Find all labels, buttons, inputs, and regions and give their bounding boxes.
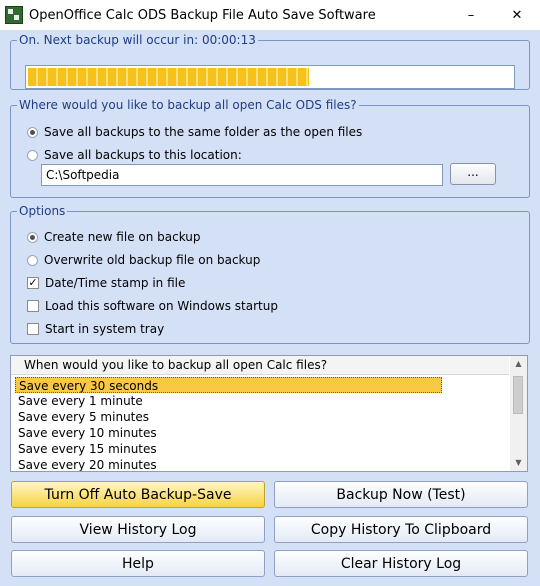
app-spreadsheet-icon bbox=[5, 6, 23, 24]
radio-overwrite-label: Overwrite old backup file on backup bbox=[44, 253, 261, 267]
radio-custom-location[interactable]: Save all backups to this location: bbox=[27, 146, 242, 164]
minimize-button[interactable]: – bbox=[448, 0, 494, 30]
list-item[interactable]: Save every 5 minutes bbox=[15, 409, 445, 425]
location-group: Where would you like to backup all open … bbox=[10, 98, 530, 198]
radio-overwrite[interactable]: Overwrite old backup file on backup bbox=[27, 251, 260, 269]
scroll-up-arrow-icon[interactable]: ▲ bbox=[510, 356, 527, 372]
options-legend: Options bbox=[19, 204, 66, 218]
checkbox-datetime-stamp-box[interactable]: ✓ bbox=[27, 277, 39, 289]
toggle-auto-backup-button[interactable]: Turn Off Auto Backup-Save bbox=[11, 481, 265, 508]
countdown-progress-bar bbox=[25, 65, 515, 89]
scroll-thumb[interactable] bbox=[513, 376, 523, 414]
copy-history-button[interactable]: Copy History To Clipboard bbox=[274, 516, 528, 543]
radio-same-folder[interactable]: Save all backups to the same folder as t… bbox=[27, 123, 362, 141]
checkbox-system-tray-label: Start in system tray bbox=[45, 322, 165, 336]
clear-history-button[interactable]: Clear History Log bbox=[274, 550, 528, 577]
options-group: Options Create new file on backup Overwr… bbox=[10, 204, 530, 344]
checkbox-datetime-stamp-label: Date/Time stamp in file bbox=[45, 276, 186, 290]
radio-custom-location-label: Save all backups to this location: bbox=[44, 148, 242, 162]
location-legend: Where would you like to backup all open … bbox=[19, 98, 357, 112]
list-scrollbar[interactable]: ▲ ▼ bbox=[510, 356, 527, 471]
checkbox-load-startup[interactable]: Load this software on Windows startup bbox=[27, 297, 278, 315]
window-controls: – ✕ bbox=[448, 0, 540, 30]
scroll-down-arrow-icon[interactable]: ▼ bbox=[510, 455, 527, 471]
view-history-button[interactable]: View History Log bbox=[11, 516, 265, 543]
backup-now-button[interactable]: Backup Now (Test) bbox=[274, 481, 528, 508]
checkbox-system-tray[interactable]: Start in system tray bbox=[27, 320, 164, 338]
interval-list-header: When would you like to backup all open C… bbox=[11, 356, 509, 375]
radio-same-folder-dot[interactable] bbox=[27, 126, 38, 138]
status-legend: On. Next backup will occur in: 00:00:13 bbox=[19, 33, 256, 47]
radio-same-folder-label: Save all backups to the same folder as t… bbox=[44, 125, 363, 139]
backup-interval-list[interactable]: When would you like to backup all open C… bbox=[10, 355, 528, 472]
radio-create-new[interactable]: Create new file on backup bbox=[27, 228, 201, 246]
radio-create-new-label: Create new file on backup bbox=[44, 230, 201, 244]
checkbox-system-tray-box[interactable] bbox=[27, 323, 39, 335]
checkbox-datetime-stamp[interactable]: ✓ Date/Time stamp in file bbox=[27, 274, 185, 292]
help-button[interactable]: Help bbox=[11, 550, 265, 577]
list-item[interactable]: Save every 10 minutes bbox=[15, 425, 445, 441]
checkbox-load-startup-box[interactable] bbox=[27, 300, 39, 312]
list-item[interactable]: Save every 30 seconds bbox=[15, 377, 442, 393]
window-title: OpenOffice Calc ODS Backup File Auto Sav… bbox=[29, 7, 376, 23]
radio-custom-location-dot[interactable] bbox=[27, 149, 38, 161]
progress-fill bbox=[28, 68, 309, 86]
radio-overwrite-dot[interactable] bbox=[27, 254, 38, 266]
browse-button[interactable]: ... bbox=[450, 163, 496, 185]
list-item[interactable]: Save every 15 minutes bbox=[15, 441, 445, 457]
checkbox-load-startup-label: Load this software on Windows startup bbox=[45, 299, 278, 313]
backup-path-input[interactable]: C:\Softpedia bbox=[41, 164, 443, 186]
title-bar[interactable]: OpenOffice Calc ODS Backup File Auto Sav… bbox=[0, 0, 540, 30]
list-item[interactable]: Save every 20 minutes bbox=[15, 457, 445, 471]
close-button[interactable]: ✕ bbox=[494, 0, 540, 30]
radio-create-new-dot[interactable] bbox=[27, 231, 38, 243]
list-item[interactable]: Save every 1 minute bbox=[15, 393, 445, 409]
status-group: On. Next backup will occur in: 00:00:13 bbox=[10, 33, 530, 90]
